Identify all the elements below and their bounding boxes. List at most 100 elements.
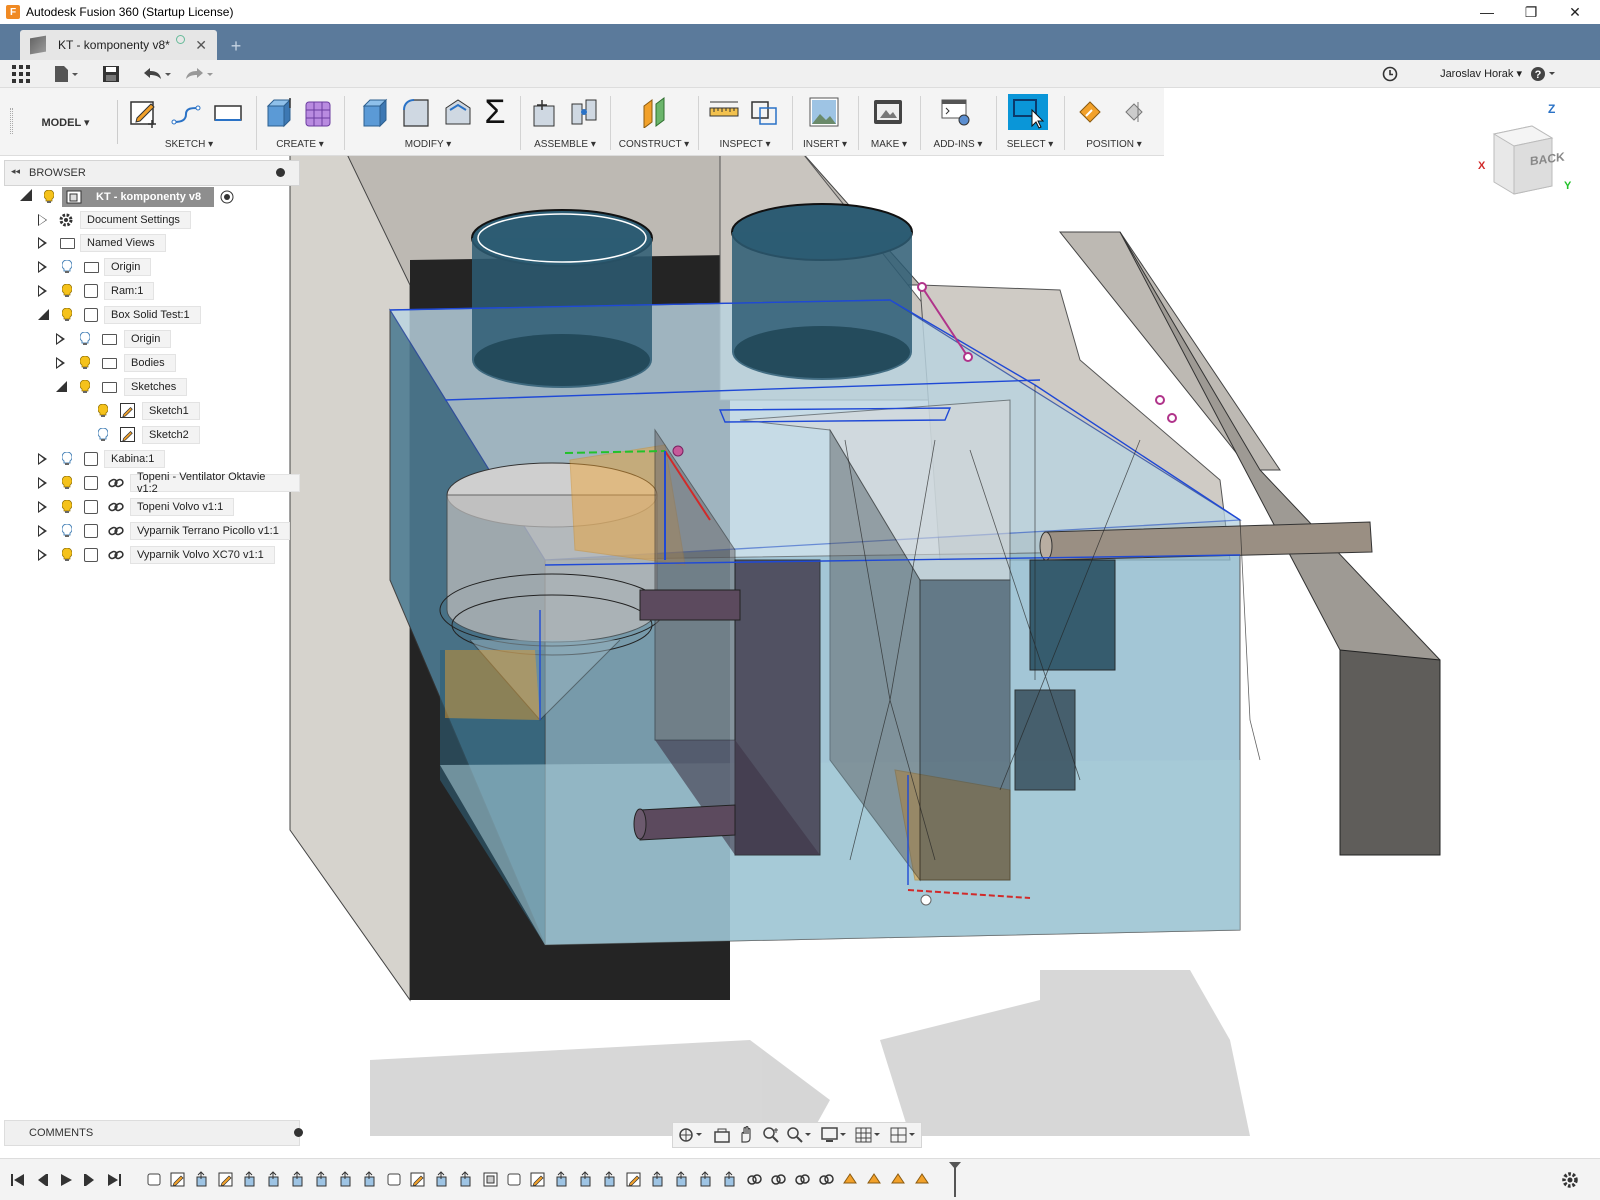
extrude-feature-icon[interactable] <box>266 1171 283 1188</box>
extrude-feature-icon[interactable] <box>722 1171 739 1188</box>
tree-label-child-origin[interactable]: Origin <box>124 330 172 348</box>
pan-hand-icon[interactable] <box>737 1126 755 1144</box>
timeline-previous-icon[interactable] <box>34 1172 50 1188</box>
joint-icon[interactable] <box>568 96 600 128</box>
visibility-bulb-icon[interactable] <box>62 500 72 513</box>
position-feature-icon[interactable] <box>890 1171 907 1188</box>
visibility-bulb-off-icon[interactable] <box>80 332 90 345</box>
modify-group[interactable]: Σ MODIFY ▾ <box>346 88 518 156</box>
scripts-addins-icon[interactable] <box>940 96 972 128</box>
extrude-feature-icon[interactable] <box>194 1171 211 1188</box>
position-feature-icon[interactable] <box>866 1171 883 1188</box>
tree-row-sketch1[interactable]: Sketch1 <box>0 400 300 422</box>
3d-viewport[interactable] <box>0 156 1600 1136</box>
press-pull-icon[interactable] <box>358 96 390 128</box>
visibility-bulb-icon[interactable] <box>62 308 72 321</box>
visibility-bulb-icon[interactable] <box>62 548 72 561</box>
sketch-feature-icon[interactable] <box>626 1171 643 1188</box>
construct-group-label[interactable]: CONSTRUCT ▾ <box>612 139 696 150</box>
joint-feature-icon[interactable] <box>746 1171 763 1188</box>
revert-position-icon[interactable] <box>1118 96 1150 128</box>
tree-label-box-solid-test[interactable]: Box Solid Test:1 <box>104 306 201 324</box>
timeline-play-icon[interactable] <box>58 1172 74 1188</box>
extrude-feature-icon[interactable] <box>362 1171 379 1188</box>
viewports-icon[interactable] <box>890 1126 918 1144</box>
tree-row-ram[interactable]: Ram:1 <box>0 280 300 302</box>
browser-pin-icon[interactable] <box>276 168 285 177</box>
redo-icon[interactable] <box>182 64 216 84</box>
tree-label-bodies[interactable]: Bodies <box>124 354 176 372</box>
joint-feature-icon[interactable] <box>770 1171 787 1188</box>
user-account-menu[interactable]: Jaroslav Horak ▾ <box>1440 67 1522 80</box>
look-at-icon[interactable] <box>713 1126 731 1144</box>
tree-label-vyparnik-terrano[interactable]: Vyparnik Terrano Picollo v1:1 <box>130 522 290 540</box>
select-tool-button[interactable] <box>1008 94 1048 130</box>
grid-snaps-icon[interactable] <box>855 1126 883 1144</box>
tree-row-sketches[interactable]: Sketches <box>0 376 300 398</box>
extrude-feature-icon[interactable] <box>674 1171 691 1188</box>
inspect-group-label[interactable]: INSPECT ▾ <box>700 139 790 150</box>
shell-icon[interactable] <box>442 96 474 128</box>
timeline-settings-gear-icon[interactable] <box>1560 1170 1580 1190</box>
insert-group[interactable]: INSERT ▾ <box>794 88 856 156</box>
create-group-label[interactable]: CREATE ▾ <box>258 139 342 150</box>
capture-position-icon[interactable] <box>1076 96 1108 128</box>
position-group[interactable]: POSITION ▾ <box>1066 88 1162 156</box>
visibility-bulb-off-icon[interactable] <box>98 428 108 441</box>
fit-zoom-icon[interactable] <box>786 1126 814 1144</box>
file-menu-icon[interactable] <box>52 64 80 84</box>
orbit-icon[interactable] <box>676 1126 706 1144</box>
assemble-group[interactable]: ASSEMBLE ▾ <box>522 88 608 156</box>
construct-group[interactable]: CONSTRUCT ▾ <box>612 88 696 156</box>
extrude-feature-icon[interactable] <box>242 1171 259 1188</box>
document-tab[interactable]: KT - komponenty v8* ✕ <box>20 30 217 60</box>
tree-label-sketch2[interactable]: Sketch2 <box>142 426 200 444</box>
tree-row-box-solid-test[interactable]: Box Solid Test:1 <box>0 304 300 326</box>
visibility-bulb-icon[interactable] <box>62 476 72 489</box>
zoom-icon[interactable] <box>762 1126 780 1144</box>
tree-label-vyparnik-volvo[interactable]: Vyparnik Volvo XC70 v1:1 <box>130 546 275 564</box>
position-feature-icon[interactable] <box>842 1171 859 1188</box>
modify-group-label[interactable]: MODIFY ▾ <box>346 139 510 150</box>
extrude-icon[interactable] <box>262 96 294 128</box>
timeline-start-icon[interactable] <box>10 1172 26 1188</box>
tree-label-document-settings[interactable]: Document Settings <box>80 211 191 229</box>
data-panel-grid-icon[interactable] <box>10 64 32 84</box>
extrude-feature-icon[interactable] <box>434 1171 451 1188</box>
extrude-feature-icon[interactable] <box>314 1171 331 1188</box>
browser-panel-header[interactable]: ◂◂ BROWSER <box>4 160 300 186</box>
extrude-feature-icon[interactable] <box>458 1171 475 1188</box>
form-icon[interactable] <box>302 96 334 128</box>
select-group-label[interactable]: SELECT ▾ <box>998 139 1062 150</box>
visibility-bulb-off-icon[interactable] <box>62 452 72 465</box>
visibility-bulb-off-icon[interactable] <box>62 260 72 273</box>
workspace-switcher[interactable]: MODEL ▾ <box>14 100 118 144</box>
new-component-icon[interactable] <box>528 96 560 128</box>
tree-label-topeni-volvo[interactable]: Topeni Volvo v1:1 <box>130 498 235 516</box>
comments-panel[interactable]: COMMENTS <box>4 1120 303 1146</box>
component-feature-icon[interactable] <box>386 1171 403 1188</box>
sketch-feature-icon[interactable] <box>170 1171 187 1188</box>
tree-label-origin[interactable]: Origin <box>104 258 152 276</box>
add-ins-group-label[interactable]: ADD-INS ▾ <box>922 139 994 150</box>
help-menu-icon[interactable]: ? <box>1530 64 1558 84</box>
visibility-bulb-icon[interactable] <box>44 190 54 203</box>
create-sketch-icon[interactable] <box>128 96 160 128</box>
inspect-group[interactable]: INSPECT ▾ <box>700 88 790 156</box>
tree-label-ram[interactable]: Ram:1 <box>104 282 155 300</box>
rectangle-icon[interactable] <box>212 96 244 128</box>
line-icon[interactable] <box>170 96 202 128</box>
tree-label-root[interactable]: KT - komponenty v8 <box>96 191 201 203</box>
create-group[interactable]: CREATE ▾ <box>258 88 342 156</box>
tree-label-sketches[interactable]: Sketches <box>124 378 188 396</box>
tree-row-root[interactable]: KT - komponenty v8 <box>0 186 300 208</box>
tree-label-topeni-ventilator[interactable]: Topeni - Ventilator Oktavie v1:2 <box>130 471 300 495</box>
collapse-panel-icon[interactable]: ◂◂ <box>11 166 20 177</box>
extrude-feature-icon[interactable] <box>650 1171 667 1188</box>
timeline-end-icon[interactable] <box>106 1172 122 1188</box>
tree-row-vyparnik-terrano[interactable]: Vyparnik Terrano Picollo v1:1 <box>0 520 300 542</box>
joint-feature-icon[interactable] <box>794 1171 811 1188</box>
tree-row-named-views[interactable]: Named Views <box>0 232 300 254</box>
visibility-bulb-icon[interactable] <box>80 380 90 393</box>
position-feature-icon[interactable] <box>914 1171 931 1188</box>
